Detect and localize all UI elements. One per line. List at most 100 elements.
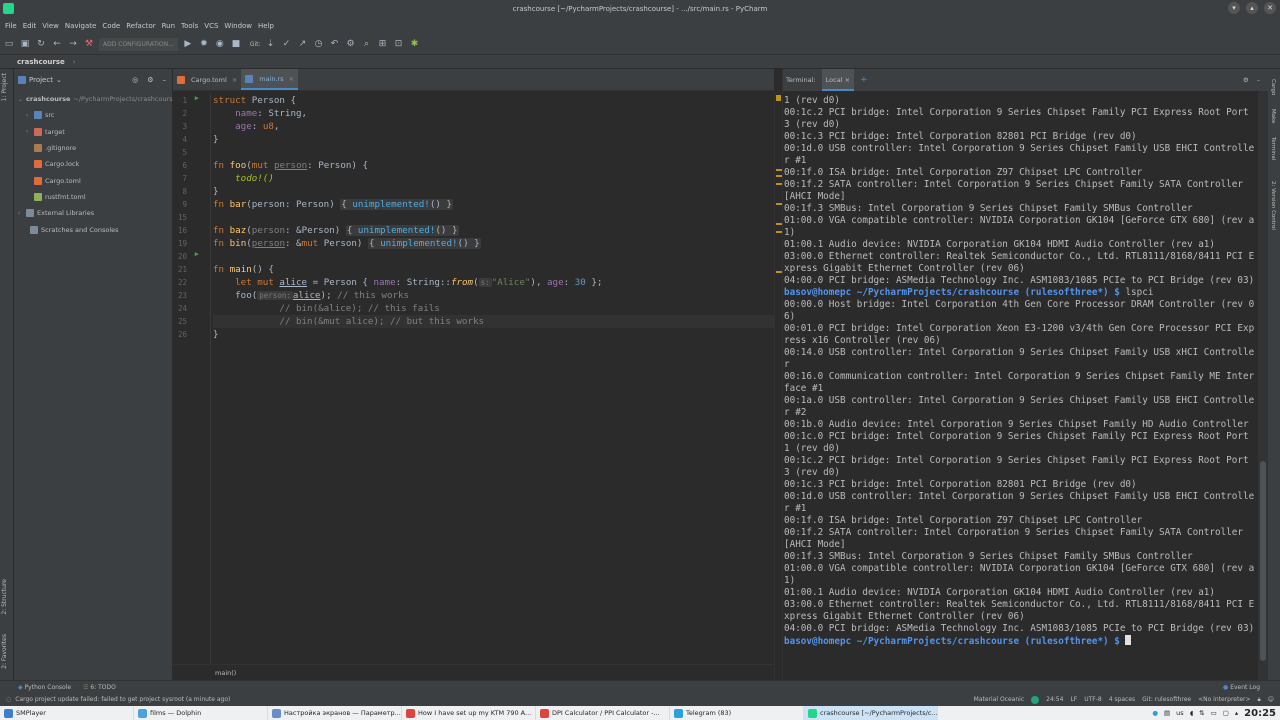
- taskbar-task[interactable]: films — Dolphin: [134, 706, 268, 720]
- menu-tools[interactable]: Tools: [178, 22, 201, 30]
- indent-setting[interactable]: 4 spaces: [1109, 696, 1135, 703]
- expand-arrow-icon[interactable]: ›: [26, 128, 34, 135]
- code-lines[interactable]: struct Person { name: String, age: u8, }…: [213, 94, 774, 354]
- git-branch[interactable]: Git: rulesofthree: [1142, 696, 1191, 703]
- terminal-tab-local[interactable]: Local ×: [821, 69, 855, 91]
- editor-tab[interactable]: main.rs ×: [241, 69, 299, 90]
- menu-run[interactable]: Run: [159, 22, 178, 30]
- close-tab-icon[interactable]: ×: [232, 76, 237, 84]
- network-icon[interactable]: ⇅: [1199, 709, 1204, 717]
- locate-icon[interactable]: ◎: [132, 76, 138, 84]
- menu-refactor[interactable]: Refactor: [123, 22, 158, 30]
- editor-breadcrumb[interactable]: main(): [173, 664, 774, 680]
- back-arrow-icon[interactable]: ←: [51, 38, 63, 50]
- line-separator[interactable]: LF: [1070, 696, 1077, 703]
- tree-item[interactable]: › External Libraries: [14, 205, 172, 221]
- taskbar-task[interactable]: crashcourse [~/PycharmProjects/c...: [804, 706, 938, 720]
- project-panel-title[interactable]: Project: [29, 76, 53, 84]
- plugin-icon[interactable]: ✱: [409, 38, 421, 50]
- tab-make[interactable]: Make: [1270, 109, 1276, 124]
- sync-icon[interactable]: ↻: [35, 38, 47, 50]
- menu-help[interactable]: Help: [255, 22, 277, 30]
- telegram-tray-icon[interactable]: ●: [1152, 709, 1158, 717]
- tab-structure[interactable]: 2: Structure: [1, 579, 8, 615]
- file-encoding[interactable]: UTF-8: [1084, 696, 1102, 703]
- taskbar-task[interactable]: How I have set up my KTM 790 A...: [402, 706, 536, 720]
- vcs-history-icon[interactable]: ◷: [313, 38, 325, 50]
- expand-arrow-icon[interactable]: ⌄: [18, 96, 23, 103]
- tree-item[interactable]: Cargo.lock: [14, 156, 172, 172]
- vcs-update-icon[interactable]: ⇣: [265, 38, 277, 50]
- tree-item[interactable]: Cargo.toml: [14, 172, 172, 188]
- tree-item[interactable]: ⌄ crashcourse ~/PycharmProjects/crashcours…: [14, 91, 177, 107]
- event-log-tab[interactable]: ● Event Log: [1223, 684, 1280, 691]
- device-icon[interactable]: ▢: [1223, 709, 1229, 717]
- hide-icon[interactable]: –: [1257, 76, 1260, 84]
- sdk-icon[interactable]: ⊡: [393, 38, 405, 50]
- notifications-icon[interactable]: ▴: [1235, 709, 1238, 717]
- warning-marker-icon[interactable]: [776, 95, 781, 101]
- vcs-commit-icon[interactable]: ✓: [281, 38, 293, 50]
- status-message[interactable]: Cargo project update failed: failed to g…: [15, 696, 230, 703]
- maximize-icon[interactable]: ▴: [1246, 2, 1258, 14]
- debug-icon[interactable]: ✹: [198, 38, 210, 50]
- gear-icon[interactable]: ⚙: [1243, 76, 1249, 84]
- terminal-scrollbar[interactable]: [1258, 91, 1268, 680]
- error-stripe[interactable]: [774, 91, 782, 680]
- close-tab-icon[interactable]: ×: [289, 75, 294, 83]
- vcs-push-icon[interactable]: ↗: [297, 38, 309, 50]
- menu-edit[interactable]: Edit: [20, 22, 40, 30]
- battery-icon[interactable]: ▭: [1211, 709, 1217, 717]
- run-gutter-icon[interactable]: ▶: [195, 250, 199, 258]
- run-icon[interactable]: ▶: [182, 38, 194, 50]
- tab-cargo[interactable]: Cargo: [1270, 79, 1276, 95]
- hide-icon[interactable]: –: [163, 76, 167, 84]
- menu-navigate[interactable]: Navigate: [62, 22, 99, 30]
- coverage-icon[interactable]: ◉: [214, 38, 226, 50]
- clipboard-icon[interactable]: ▤: [1164, 709, 1170, 717]
- taskbar-task[interactable]: DPI Calculator / PPI Calculator -...: [536, 706, 670, 720]
- search-icon[interactable]: ⌕: [361, 38, 373, 50]
- caret-position[interactable]: 24:54: [1046, 696, 1063, 703]
- forward-arrow-icon[interactable]: →: [67, 38, 79, 50]
- tree-item[interactable]: rustfmt.toml: [14, 189, 172, 205]
- settings-icon[interactable]: ⚙: [345, 38, 357, 50]
- menu-window[interactable]: Window: [221, 22, 255, 30]
- stop-icon[interactable]: ■: [230, 38, 242, 50]
- python-console-tab[interactable]: ◆ Python Console: [18, 684, 71, 691]
- tree-item[interactable]: › target: [14, 124, 172, 140]
- close-tab-icon[interactable]: ×: [845, 76, 850, 84]
- inspector-icon[interactable]: ☺: [1268, 696, 1274, 703]
- expand-arrow-icon[interactable]: ›: [18, 210, 26, 217]
- vcs-rollback-icon[interactable]: ↶: [329, 38, 341, 50]
- taskbar-task[interactable]: Telegram (83): [670, 706, 804, 720]
- tab-terminal[interactable]: Terminal: [1270, 137, 1276, 160]
- taskbar-task[interactable]: SMPlayer: [0, 706, 134, 720]
- volume-icon[interactable]: ◖: [1190, 709, 1193, 717]
- close-icon[interactable]: ✕: [1264, 2, 1276, 14]
- new-terminal-tab-button[interactable]: +: [860, 75, 868, 85]
- tab-project[interactable]: 1: Project: [1, 73, 8, 101]
- interpreter-indicator[interactable]: <No interpreter>: [1198, 696, 1250, 703]
- tree-item[interactable]: Scratches and Consoles: [14, 221, 172, 237]
- keyboard-layout[interactable]: us: [1176, 709, 1184, 717]
- open-folder-icon[interactable]: ▭: [3, 38, 15, 50]
- tab-favorites[interactable]: 2: Favorites: [1, 634, 8, 669]
- build-hammer-icon[interactable]: ⚒: [83, 38, 95, 50]
- code-area[interactable]: 1 ▶ 2 3 4 5 6 7 8 9 15 16 19 20 ▶ 21 22 23 24 25 26 struct P…: [173, 94, 774, 664]
- run-configuration-dropdown[interactable]: ADD CONFIGURATION...: [99, 37, 178, 51]
- breadcrumb-project[interactable]: crashcourse: [17, 58, 65, 66]
- save-icon[interactable]: ▣: [19, 38, 31, 50]
- expand-arrow-icon[interactable]: ›: [26, 112, 34, 119]
- project-structure-icon[interactable]: ⊞: [377, 38, 389, 50]
- scrollbar-thumb[interactable]: [1260, 461, 1266, 661]
- todo-tab[interactable]: ☰ 6: TODO: [83, 684, 116, 691]
- tree-item[interactable]: .gitignore: [14, 140, 172, 156]
- menu-vcs[interactable]: VCS: [201, 22, 221, 30]
- editor-tab[interactable]: Cargo.toml ×: [173, 69, 241, 90]
- lock-icon[interactable]: 🔒︎: [1258, 696, 1261, 704]
- tab-version-control[interactable]: 2: Version Control: [1270, 181, 1276, 230]
- minimize-icon[interactable]: ▾: [1228, 2, 1240, 14]
- chevron-down-icon[interactable]: ⌄: [56, 76, 62, 84]
- theme-indicator[interactable]: Material Oceanic: [974, 696, 1024, 703]
